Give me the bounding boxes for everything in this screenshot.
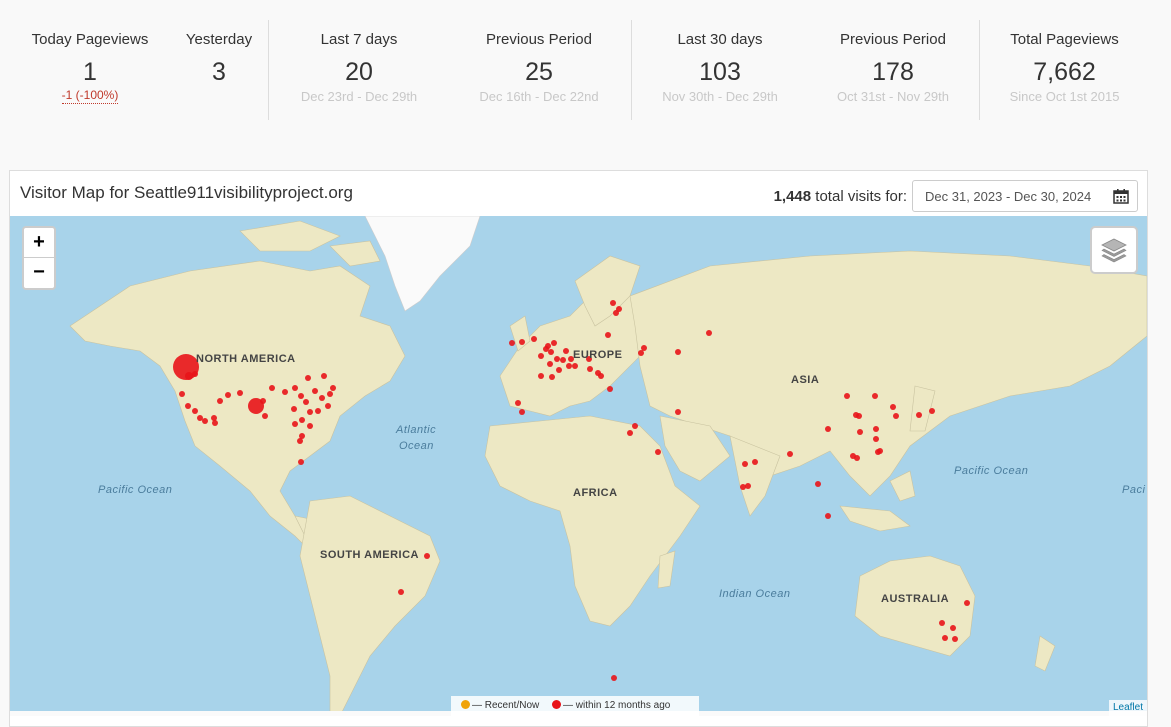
label-pacific-west: Pacific Ocean [98,484,173,496]
label-pacific-far: Paci [1122,484,1146,496]
stat-last30: Last 30 days 103 Nov 30th - Dec 29th [645,30,795,106]
divider [631,20,632,120]
total-visits-label: total visits for: [815,188,907,205]
label-africa: AFRICA [573,487,618,499]
label-pacific-east: Pacific Ocean [954,465,1029,477]
label-asia: ASIA [791,374,820,386]
stat-label: Yesterday [185,31,253,48]
stat-value: 25 [525,58,553,86]
stat-range: Dec 23rd - Dec 29th [300,89,418,104]
zoom-in-button[interactable]: + [24,228,54,258]
label-north-america: NORTH AMERICA [196,353,296,365]
date-range-input[interactable] [923,188,1107,205]
label-south-america: SOUTH AMERICA [320,549,419,561]
stat-label: Previous Period [486,31,592,48]
panel-title: Visitor Map for Seattle911visibilityproj… [20,183,353,202]
stat-range: Oct 31st - Nov 29th [837,89,949,104]
stat-range: Nov 30th - Dec 29th [662,89,778,104]
stat-label: Today Pageviews [31,31,149,48]
stat-change[interactable]: -1 (-100%) [61,88,119,104]
stat-today: Today Pageviews 1 -1 (-100%) [28,30,152,104]
zoom-out-button[interactable]: − [24,258,54,288]
layers-icon [1101,238,1127,263]
stat-value: 103 [699,58,741,86]
leaflet-attribution-link[interactable]: Leaflet [1108,700,1147,716]
label-atlantic: Atlantic [396,424,437,436]
stat-prev7: Previous Period 25 Dec 16th - Dec 22nd [463,30,615,106]
total-visits-count: 1,448 [773,188,812,205]
panel-header: Visitor Map for Seattle911visibilityproj… [10,171,1147,216]
stat-range: Dec 16th - Dec 22nd [479,89,599,104]
legend-recent: — Recent/Now [472,700,540,711]
legend-older: — within 12 months ago [563,700,671,711]
map-legend: — Recent/Now — within 12 months ago [451,696,699,716]
total-visits: 1,448 total visits for: [774,188,907,205]
stat-since: Since Oct 1st 2015 [1009,89,1120,104]
label-europe: EUROPE [573,349,623,361]
layers-button[interactable] [1090,226,1138,274]
stat-label: Last 30 days [677,31,763,48]
stat-value: 3 [212,58,226,86]
world-map[interactable]: NORTH AMERICA SOUTH AMERICA EUROPE ASIA … [10,216,1147,716]
stat-total: Total Pageviews 7,662 Since Oct 1st 2015 [993,30,1136,106]
date-range-picker[interactable] [912,180,1138,212]
stat-label: Total Pageviews [1010,31,1119,48]
stat-value: 1 [83,58,97,86]
stat-prev30: Previous Period 178 Oct 31st - Nov 29th [818,30,968,106]
stat-yesterday: Yesterday 3 [180,30,258,86]
divider [268,20,269,120]
label-indian: Indian Ocean [719,588,791,600]
recent-dot-icon [461,699,470,709]
calendar-icon[interactable] [1113,188,1129,204]
stat-last7: Last 7 days 20 Dec 23rd - Dec 29th [284,30,434,106]
label-atlantic-2: Ocean [399,440,434,452]
divider [979,20,980,120]
stat-value: 7,662 [1033,58,1096,86]
stat-value: 20 [345,58,373,86]
stat-value: 178 [872,58,914,86]
label-australia: AUSTRALIA [881,593,950,605]
zoom-control: + − [22,226,56,290]
stats-row: Today Pageviews 1 -1 (-100%) Yesterday 3… [0,0,1171,140]
stat-label: Last 7 days [320,31,398,48]
visitor-map-panel: Visitor Map for Seattle911visibilityproj… [9,170,1148,727]
stat-label: Previous Period [840,31,946,48]
older-dot-icon [552,699,562,709]
